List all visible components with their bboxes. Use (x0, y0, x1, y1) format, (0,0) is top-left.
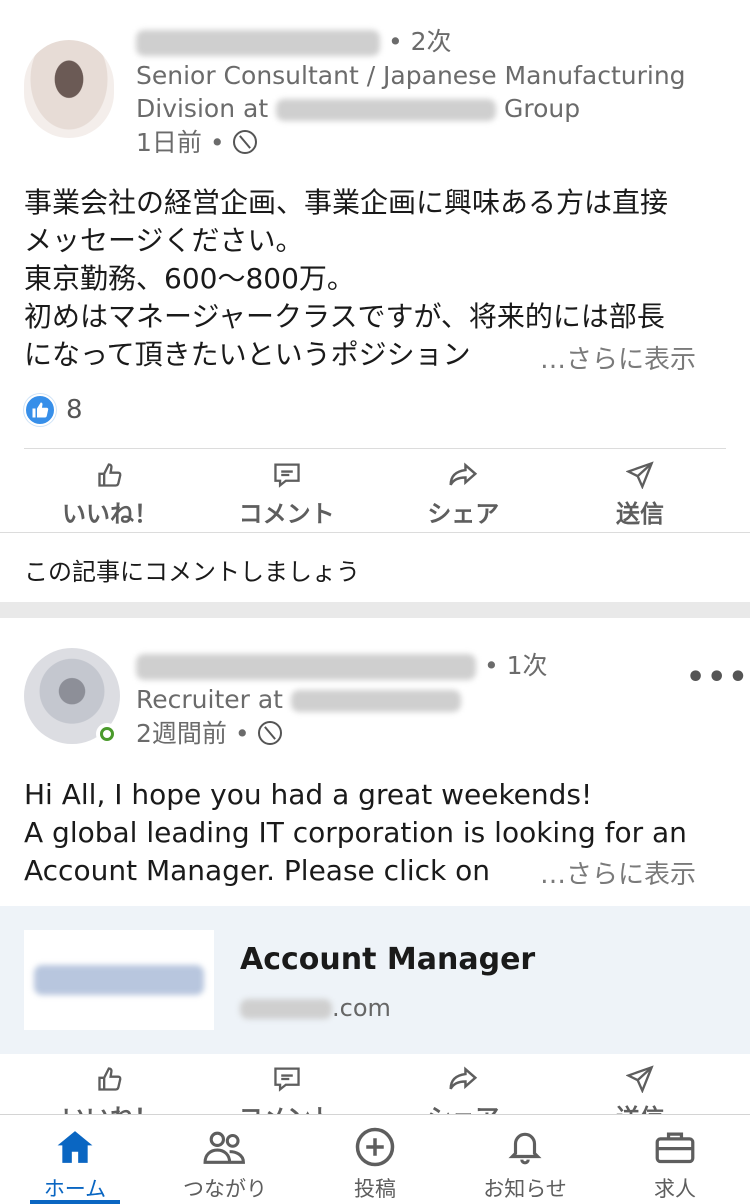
thumbs-up-icon (96, 460, 124, 490)
globe-icon (232, 130, 257, 154)
comment-icon (272, 460, 302, 490)
link-domain: .com (240, 994, 391, 1022)
post-action-bar: いいね！ コメント シェア 送信 (0, 460, 750, 529)
plus-circle-icon (354, 1127, 396, 1167)
more-options-icon[interactable]: ••• (686, 660, 750, 695)
connection-degree: • 1次 (483, 651, 548, 680)
company-name-blurred (290, 690, 461, 712)
feed-separator (0, 602, 750, 618)
divider (0, 532, 750, 533)
home-icon (55, 1127, 95, 1167)
nav-network[interactable]: つながり (150, 1115, 300, 1204)
author-headline: Senior Consultant / Japanese Manufacturi… (136, 61, 686, 90)
author-headline-line2: Division at Group (136, 94, 581, 123)
send-icon (625, 1064, 654, 1094)
globe-icon (257, 721, 282, 745)
comment-prompt[interactable]: この記事にコメントしましょう (24, 552, 360, 587)
people-icon (202, 1127, 248, 1167)
briefcase-icon (654, 1127, 696, 1167)
share-button[interactable]: シェア (383, 460, 543, 529)
like-button[interactable]: いいね！ (30, 460, 190, 529)
author-headline: Recruiter at (136, 684, 461, 716)
link-title: Account Manager (240, 942, 536, 977)
bottom-nav: ホーム つながり 投稿 お知らせ 求人 (0, 1114, 750, 1204)
nav-notifications[interactable]: お知らせ (450, 1115, 600, 1204)
see-more-link[interactable]: …さらに表示 (540, 854, 696, 891)
reaction-count: 8 (66, 395, 83, 425)
online-status-icon (96, 723, 118, 745)
comment-icon (272, 1064, 302, 1094)
author-avatar[interactable] (24, 40, 114, 138)
send-button[interactable]: 送信 (560, 460, 720, 529)
see-more-link[interactable]: …さらに表示 (540, 339, 696, 376)
comment-button[interactable]: コメント (207, 460, 367, 529)
link-thumbnail (24, 930, 214, 1030)
bell-icon (506, 1127, 544, 1167)
link-preview-card[interactable]: Account Manager .com (0, 906, 750, 1054)
thumbs-up-icon (96, 1064, 124, 1094)
author-name-blurred[interactable] (136, 30, 380, 56)
divider (24, 448, 726, 449)
active-tab-indicator (30, 1200, 120, 1204)
reaction-summary[interactable]: 8 (24, 394, 83, 426)
like-reaction-icon (24, 394, 56, 426)
thumbnail-logo-blurred (34, 965, 204, 995)
nav-jobs[interactable]: 求人 (600, 1115, 750, 1204)
company-name-blurred (276, 99, 497, 121)
post-timestamp: 2週間前 • (136, 718, 282, 750)
feed-post: • 2次 Senior Consultant / Japanese Manufa… (0, 0, 750, 602)
author-name-row: • 1次 (136, 646, 548, 682)
nav-post[interactable]: 投稿 (300, 1115, 450, 1204)
nav-home[interactable]: ホーム (0, 1115, 150, 1204)
send-icon (625, 460, 654, 490)
author-name-row: • 2次 (136, 22, 452, 58)
post-timestamp: 1日前 • (136, 127, 257, 159)
connection-degree: • 2次 (387, 27, 452, 56)
share-arrow-icon (447, 460, 479, 490)
author-name-blurred[interactable] (136, 654, 476, 680)
share-arrow-icon (447, 1064, 479, 1094)
